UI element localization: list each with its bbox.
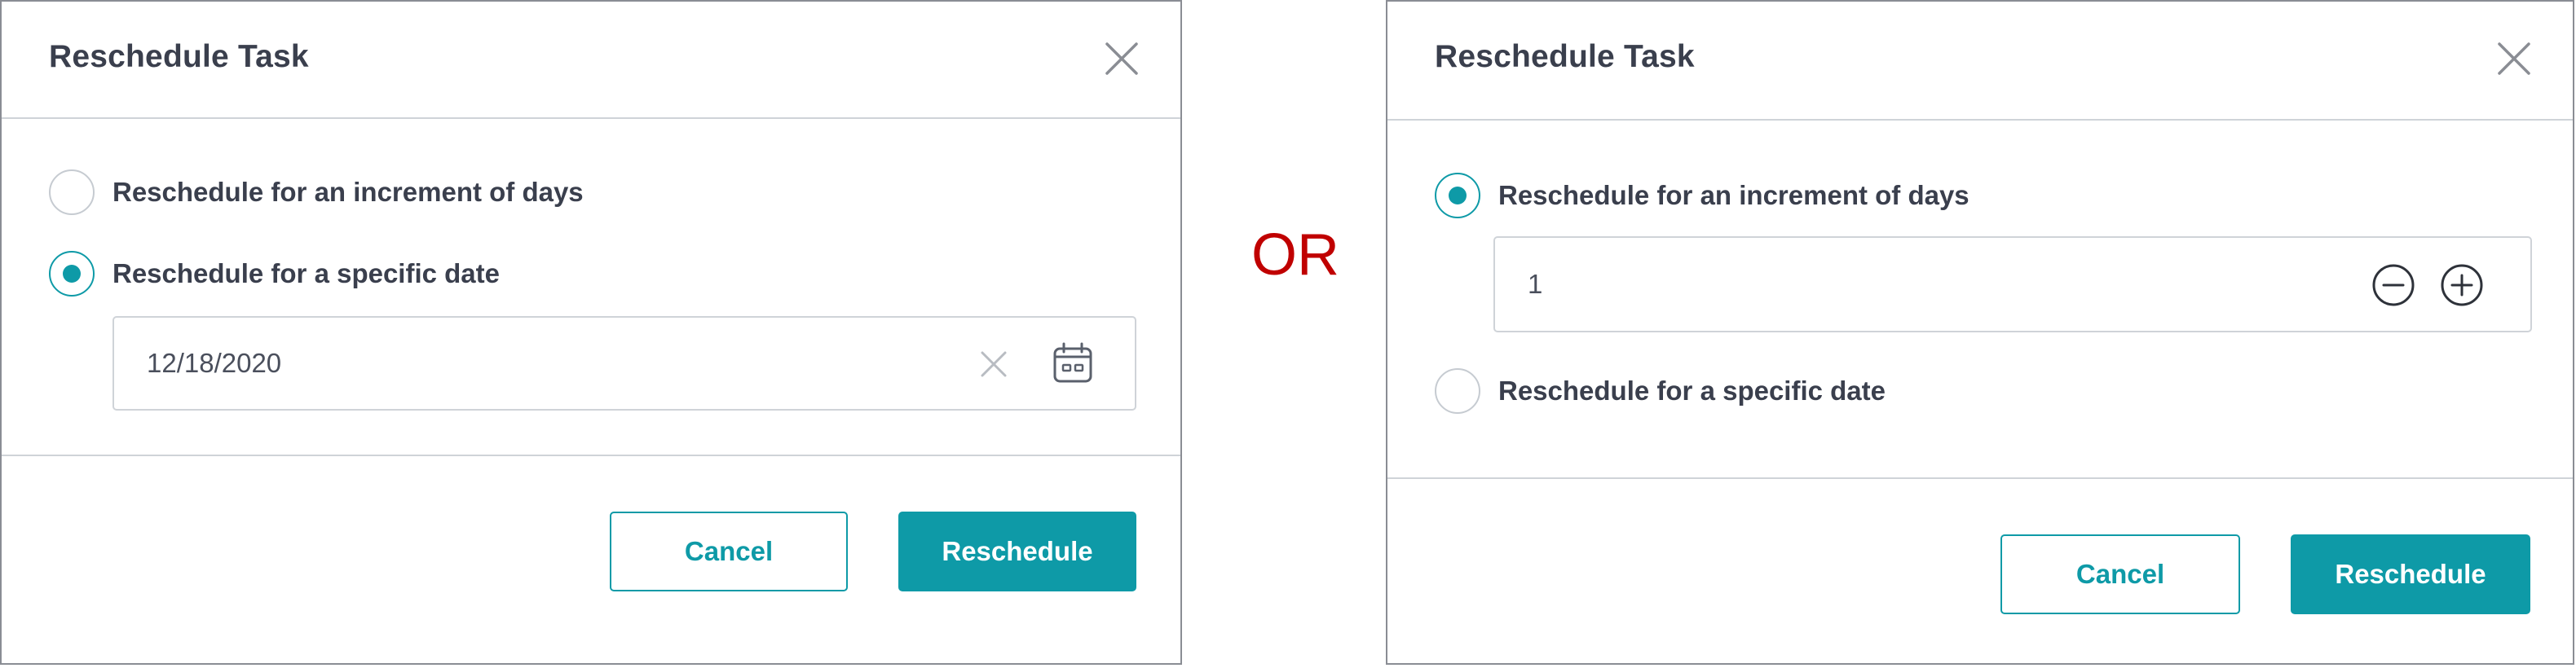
reschedule-dialog-date: Reschedule Task Reschedule for an increm… xyxy=(0,0,1182,665)
days-input[interactable] xyxy=(1528,269,2261,300)
close-icon[interactable] xyxy=(1097,34,1146,83)
option-label: Reschedule for an increment of days xyxy=(1498,180,1969,210)
days-field[interactable] xyxy=(1493,236,2532,332)
option-specific-date[interactable]: Reschedule for a specific date xyxy=(1435,368,1886,414)
plus-circle-icon[interactable] xyxy=(2439,262,2485,312)
radio-dot xyxy=(1449,187,1467,204)
option-label: Reschedule for an increment of days xyxy=(112,177,584,207)
close-icon[interactable] xyxy=(2490,34,2539,83)
dialog-header: Reschedule Task xyxy=(1387,2,2573,121)
calendar-icon[interactable] xyxy=(1050,341,1096,390)
date-input[interactable] xyxy=(147,348,880,379)
clear-icon[interactable] xyxy=(975,345,1012,387)
dialog-footer: Cancel Reschedule xyxy=(2,455,1180,663)
radio-specific-date[interactable] xyxy=(1435,368,1480,414)
radio-increment-days[interactable] xyxy=(1435,173,1480,218)
or-separator: OR xyxy=(1251,222,1339,288)
reschedule-button[interactable]: Reschedule xyxy=(2291,534,2530,614)
dialog-footer: Cancel Reschedule xyxy=(1387,477,2573,663)
dialog-header: Reschedule Task xyxy=(2,2,1180,119)
option-label: Reschedule for a specific date xyxy=(112,258,501,288)
dialog-title: Reschedule Task xyxy=(49,39,309,74)
cancel-button[interactable]: Cancel xyxy=(610,512,848,591)
dialog-title: Reschedule Task xyxy=(1435,39,1695,74)
radio-dot xyxy=(63,265,81,283)
reschedule-dialog-days: Reschedule Task Reschedule for an increm… xyxy=(1386,0,2574,665)
reschedule-button[interactable]: Reschedule xyxy=(898,512,1136,591)
option-specific-date[interactable]: Reschedule for a specific date xyxy=(49,251,500,297)
cancel-button[interactable]: Cancel xyxy=(2000,534,2240,614)
option-increment-days[interactable]: Reschedule for an increment of days xyxy=(49,169,584,215)
date-field[interactable] xyxy=(112,316,1136,411)
option-increment-days[interactable]: Reschedule for an increment of days xyxy=(1435,173,1969,218)
radio-increment-days[interactable] xyxy=(49,169,95,215)
minus-circle-icon[interactable] xyxy=(2371,262,2416,312)
option-label: Reschedule for a specific date xyxy=(1498,376,1886,406)
radio-specific-date[interactable] xyxy=(49,251,95,297)
